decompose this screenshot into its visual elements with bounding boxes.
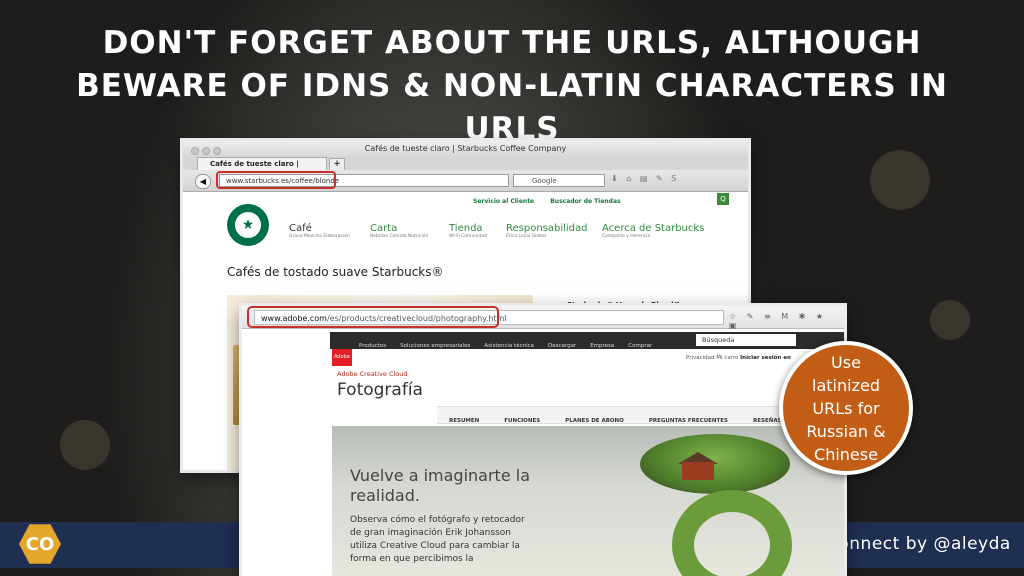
brand-label: Adobe Creative Cloud bbox=[337, 370, 408, 378]
house-image bbox=[682, 462, 714, 480]
customer-service-link[interactable]: Servicio al Cliente bbox=[473, 198, 534, 205]
bokeh-light bbox=[930, 300, 970, 340]
window-title: Cafés de tueste claro | Starbucks Coffee… bbox=[364, 144, 567, 153]
url-highlight bbox=[216, 171, 336, 189]
menu-item-empresa[interactable]: Empresa bbox=[583, 338, 621, 355]
menu-item-comprar[interactable]: Comprar bbox=[621, 338, 659, 355]
tab-strip: Cafés de tueste claro | Starbuck... + bbox=[183, 156, 748, 181]
page-heading: Cafés de tostado suave Starbucks® bbox=[227, 265, 444, 279]
adobe-browser-window: www.adobe.com/es/products/creativecloud/… bbox=[242, 306, 844, 576]
bokeh-light bbox=[60, 420, 110, 470]
navigation-toolbar: www.adobe.com/es/products/creativecloud/… bbox=[242, 306, 844, 330]
bokeh-light bbox=[870, 150, 930, 210]
slide-title: DON'T FORGET ABOUT THE URLS, ALTHOUGH BE… bbox=[76, 25, 948, 147]
top-links: Servicio al Cliente Buscador de Tiendas bbox=[473, 198, 635, 205]
search-input[interactable]: Búsqueda bbox=[696, 334, 796, 346]
floating-island-image bbox=[640, 434, 790, 494]
menu-item-tienda[interactable]: Tienda Wi-Fi Comunidad bbox=[449, 223, 487, 239]
green-swirl-image bbox=[672, 490, 792, 576]
starbucks-logo-icon[interactable]: ★ bbox=[227, 204, 269, 246]
menu-item-soluciones[interactable]: Soluciones empresariales bbox=[393, 338, 477, 355]
menu-item-carta[interactable]: Carta Bebidas Comida Nutrición bbox=[370, 223, 428, 239]
menu-item-descargar[interactable]: Descargar bbox=[541, 338, 583, 355]
menu-item-acerca[interactable]: Acerca de Starbucks Compañía y Herencia bbox=[602, 223, 704, 239]
back-button[interactable]: ◀ bbox=[195, 174, 211, 189]
window-titlebar: Cafés de tueste claro | Starbucks Coffee… bbox=[183, 141, 748, 156]
navigation-toolbar: ◀ www.starbucks.es/coffee/blonde Google … bbox=[183, 170, 748, 192]
tab-starbucks[interactable]: Cafés de tueste claro | Starbuck... bbox=[197, 157, 327, 181]
store-locator-link[interactable]: Buscador de Tiendas bbox=[550, 198, 620, 205]
toolbar-icons[interactable]: ⬇ ⌂ ▤ ✎ S bbox=[611, 174, 679, 183]
menu-item-asistencia[interactable]: Asistencia técnica bbox=[477, 338, 541, 355]
page-title: Fotografía bbox=[337, 380, 423, 400]
callout-badge: Use latinized URLs for Russian & Chinese bbox=[779, 341, 913, 475]
toolbar-icons[interactable]: ☆ ✎ ≡ M ✱ ★ ▣ bbox=[729, 312, 844, 330]
menu-item-productos[interactable]: Productos bbox=[352, 338, 393, 355]
hero-banner: Vuelve a imaginarte la realidad. Observa… bbox=[332, 426, 844, 576]
menu-item-responsabilidad[interactable]: Responsabilidad Ética Local Global bbox=[506, 223, 588, 239]
utility-links[interactable]: Privacidad Mi carro Iniciar sesión en bbox=[686, 355, 791, 361]
url-highlight bbox=[247, 306, 499, 328]
search-box[interactable]: Google bbox=[513, 174, 605, 187]
search-go-button[interactable]: Q bbox=[717, 193, 729, 205]
menu-item-cafe[interactable]: Café Grano Mezclas Elaboración bbox=[289, 223, 350, 239]
callout-text: Use latinized URLs for Russian & Chinese bbox=[806, 352, 886, 464]
signin-link: Iniciar sesión en bbox=[740, 355, 791, 361]
footer-text: Connect by @aleyda bbox=[826, 534, 1011, 554]
hero-text: Observa cómo el fotógrafo y retocador de… bbox=[350, 515, 525, 564]
hero-heading: Vuelve a imaginarte la realidad. bbox=[350, 466, 530, 505]
